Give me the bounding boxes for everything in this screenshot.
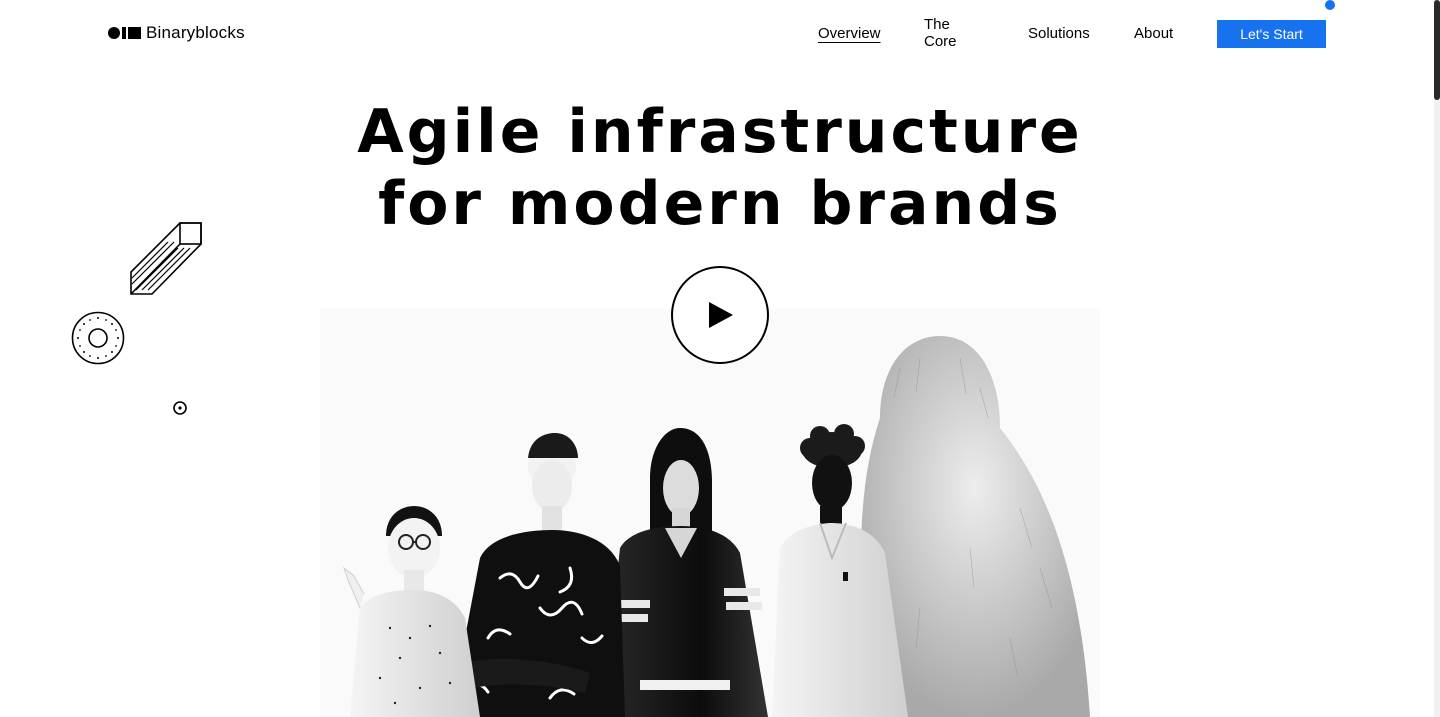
- small-circle-icon: [173, 401, 187, 415]
- group-of-3d-figures-illustration: [320, 308, 1100, 717]
- hero-title: Agile infrastructure for modern brands: [0, 96, 1440, 240]
- hero-title-line-1: Agile infrastructure: [357, 97, 1083, 167]
- play-video-button[interactable]: [671, 266, 769, 364]
- nav-item-about[interactable]: About: [1134, 25, 1173, 42]
- nav-item-solutions[interactable]: Solutions: [1028, 25, 1090, 42]
- play-icon: [709, 302, 733, 328]
- brand-name: Binaryblocks: [146, 23, 245, 42]
- scrollbar-thumb[interactable]: [1434, 0, 1440, 100]
- notification-dot: [1325, 0, 1335, 10]
- page-scrollbar[interactable]: [1434, 0, 1440, 717]
- pencil-outline-icon: [130, 222, 202, 295]
- lets-start-button[interactable]: Let's Start: [1217, 20, 1326, 48]
- nav-item-the-core[interactable]: The Core: [924, 16, 957, 50]
- brand-logo[interactable]: Binaryblocks: [108, 22, 245, 44]
- hero-illustration: [320, 308, 1100, 717]
- binary-blocks-logo-icon: [108, 27, 141, 39]
- site-header: Binaryblocks Overview The Core Solutions…: [0, 0, 1440, 66]
- dotted-ring-icon: [71, 311, 125, 365]
- hero-title-line-2: for modern brands: [378, 169, 1062, 239]
- nav-item-overview[interactable]: Overview: [818, 25, 881, 42]
